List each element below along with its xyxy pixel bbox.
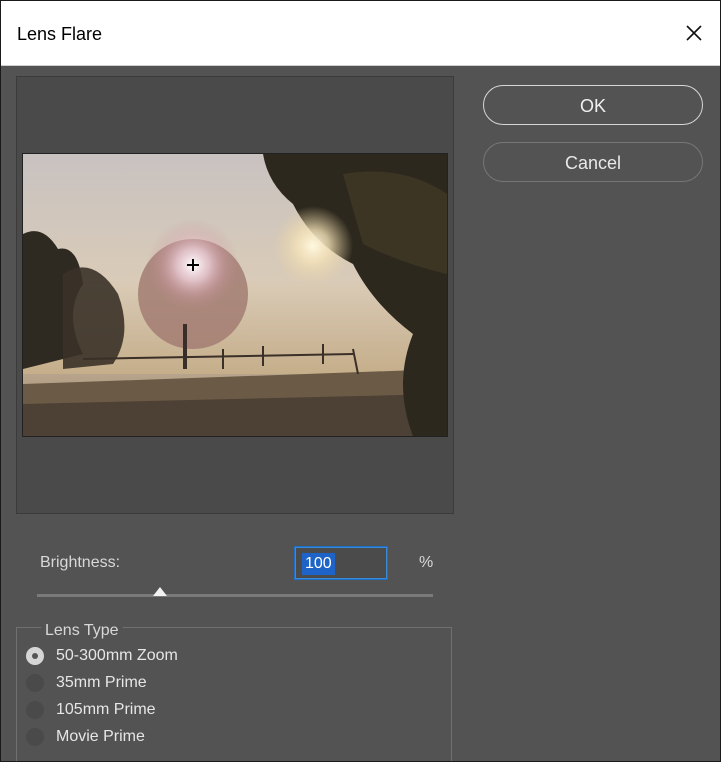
lens-option-label: 105mm Prime: [56, 701, 156, 718]
lens-option-50-300mm-zoom[interactable]: 50-300mm Zoom: [26, 645, 178, 667]
radio-button[interactable]: [26, 701, 44, 719]
dialog-title: Lens Flare: [17, 24, 103, 44]
preview-area: [16, 76, 454, 514]
close-icon: [686, 25, 702, 41]
close-button[interactable]: [676, 15, 712, 51]
lens-option-label: Movie Prime: [56, 728, 145, 745]
brightness-label: Brightness:: [40, 554, 121, 571]
radio-button[interactable]: [26, 647, 44, 665]
lens-option-movie-prime[interactable]: Movie Prime: [26, 726, 145, 748]
radio-button[interactable]: [26, 728, 44, 746]
radio-button[interactable]: [26, 674, 44, 692]
brightness-slider-thumb[interactable]: [152, 587, 167, 596]
lens-option-35mm-prime[interactable]: 35mm Prime: [26, 672, 147, 694]
lens-option-label: 35mm Prime: [56, 674, 147, 691]
lens-option-label: 50-300mm Zoom: [56, 647, 178, 664]
cancel-button[interactable]: Cancel: [483, 142, 703, 182]
brightness-input[interactable]: 100: [294, 546, 388, 580]
brightness-value: 100: [302, 553, 335, 575]
lens-option-105mm-prime[interactable]: 105mm Prime: [26, 699, 156, 721]
lens-flare-dialog: Lens Flare OK Cancel Brightness: 100 % L…: [0, 0, 721, 762]
brightness-unit: %: [419, 554, 434, 571]
title-bar: Lens Flare: [1, 1, 720, 66]
lens-type-title: Lens Type: [41, 622, 123, 640]
ok-button[interactable]: OK: [483, 85, 703, 125]
preview-image[interactable]: [22, 153, 448, 437]
brightness-slider-track[interactable]: [37, 594, 433, 597]
